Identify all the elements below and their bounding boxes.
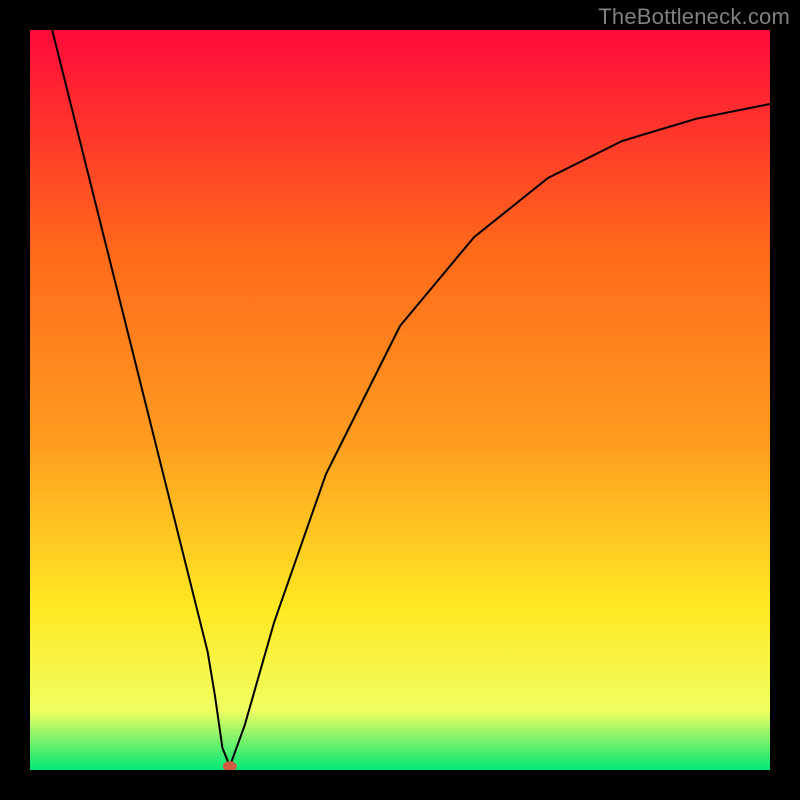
watermark-text: TheBottleneck.com	[598, 4, 790, 30]
plot-area	[30, 30, 770, 770]
chart-frame: TheBottleneck.com	[0, 0, 800, 800]
gradient-background	[30, 30, 770, 770]
chart-svg	[30, 30, 770, 770]
